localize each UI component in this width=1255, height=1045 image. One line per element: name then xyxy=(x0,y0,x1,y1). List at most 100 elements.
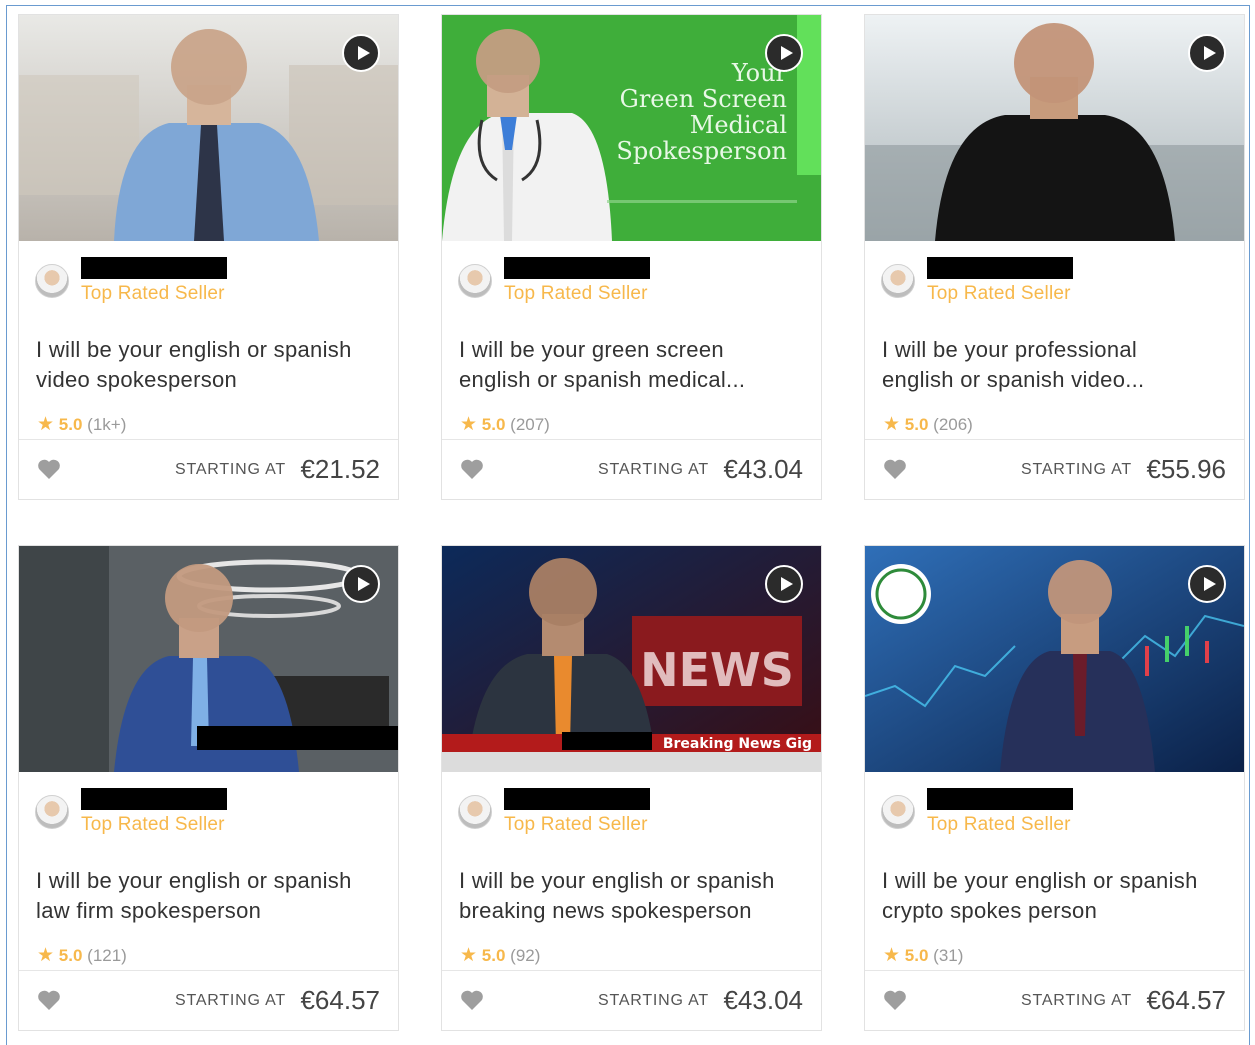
play-video-button[interactable] xyxy=(342,34,380,72)
price: €43.04 xyxy=(723,985,803,1015)
redacted-seller-name xyxy=(81,788,227,810)
gig-title-line: breaking news spokesperson xyxy=(459,898,752,923)
star-icon: ★ xyxy=(883,945,901,966)
price: €55.96 xyxy=(1146,454,1226,484)
price: €64.57 xyxy=(1146,985,1226,1015)
gig-title[interactable]: I will be your green screen english or s… xyxy=(459,335,809,395)
thumb-banner-text: Breaking News Gig xyxy=(663,736,812,752)
card-footer: STARTING AT €55.96 xyxy=(865,439,1244,500)
heart-icon[interactable] xyxy=(883,458,907,480)
play-video-button[interactable] xyxy=(342,565,380,603)
seller-level-badge: Top Rated Seller xyxy=(81,283,225,304)
heart-icon[interactable] xyxy=(460,458,484,480)
rating-count: (31) xyxy=(933,946,964,965)
price: €64.57 xyxy=(300,985,380,1015)
seller-level-badge: Top Rated Seller xyxy=(927,814,1071,835)
starting-at-label: STARTING AT xyxy=(597,991,710,1009)
card-footer: STARTING AT €43.04 xyxy=(442,970,821,1031)
seller-avatar[interactable] xyxy=(881,795,915,829)
gig-thumbnail[interactable] xyxy=(865,15,1244,241)
seller-level-badge: Top Rated Seller xyxy=(927,283,1071,304)
price: €21.52 xyxy=(300,454,380,484)
gig-thumbnail[interactable] xyxy=(865,546,1244,772)
thumb-title-line: Spokesperson xyxy=(616,137,787,165)
gig-title-line: english or spanish medical... xyxy=(459,367,746,392)
gig-rating: ★ 5.0 (206) xyxy=(883,413,973,436)
star-icon: ★ xyxy=(460,414,478,435)
starting-at-label: STARTING AT xyxy=(174,460,287,478)
gig-card[interactable]: Top Rated Seller I will be your english … xyxy=(864,545,1245,1031)
gig-card[interactable]: NEWS Breaking News Gig Top Rated Seller … xyxy=(441,545,822,1031)
gig-title-line: crypto spokes person xyxy=(882,898,1098,923)
gig-title-line: english or spanish video... xyxy=(882,367,1145,392)
heart-icon[interactable] xyxy=(37,458,61,480)
card-footer: STARTING AT €64.57 xyxy=(19,970,398,1031)
gig-thumbnail[interactable] xyxy=(19,546,398,772)
gig-rating: ★ 5.0 (207) xyxy=(460,413,550,436)
gig-card[interactable]: Top Rated Seller I will be your professi… xyxy=(864,14,1245,500)
gig-title-line: I will be your professional xyxy=(882,337,1138,362)
seller-avatar[interactable] xyxy=(35,795,69,829)
gig-thumbnail[interactable] xyxy=(19,15,398,241)
seller-avatar[interactable] xyxy=(35,264,69,298)
seller-avatar[interactable] xyxy=(881,264,915,298)
rating-count: (207) xyxy=(510,415,550,434)
gig-title-line: law firm spokesperson xyxy=(36,898,262,923)
rating-score: 5.0 xyxy=(58,415,83,434)
gig-title-line: I will be your english or spanish xyxy=(459,868,775,893)
gig-title-line: I will be your english or spanish xyxy=(882,868,1198,893)
redacted-seller-name xyxy=(927,788,1073,810)
play-video-button[interactable] xyxy=(1188,34,1226,72)
seller-level-badge: Top Rated Seller xyxy=(504,814,648,835)
gig-card[interactable]: Your Green Screen Medical Spokesperson T… xyxy=(441,14,822,500)
thumb-title-line: Medical xyxy=(690,111,787,139)
seller-avatar[interactable] xyxy=(458,795,492,829)
gig-title-line: I will be your green screen xyxy=(459,337,724,362)
card-footer: STARTING AT €21.52 xyxy=(19,439,398,500)
gig-title[interactable]: I will be your english or spanish crypto… xyxy=(882,866,1232,926)
gig-rating: ★ 5.0 (121) xyxy=(37,944,127,967)
price: €43.04 xyxy=(723,454,803,484)
redacted-seller-name xyxy=(81,257,227,279)
gig-rating: ★ 5.0 (31) xyxy=(883,944,963,967)
thumb-title-line: Green Screen xyxy=(620,85,787,113)
gig-rating: ★ 5.0 (1k+) xyxy=(37,413,126,436)
rating-score: 5.0 xyxy=(481,946,506,965)
play-video-button[interactable] xyxy=(765,34,803,72)
star-icon: ★ xyxy=(37,945,55,966)
heart-icon[interactable] xyxy=(37,989,61,1011)
gig-title[interactable]: I will be your professional english or s… xyxy=(882,335,1232,395)
play-video-button[interactable] xyxy=(1188,565,1226,603)
rating-count: (121) xyxy=(87,946,127,965)
gig-card[interactable]: Top Rated Seller I will be your english … xyxy=(18,545,399,1031)
rating-count: (1k+) xyxy=(87,415,127,434)
thumb-news-text: NEWS xyxy=(640,643,794,697)
rating-score: 5.0 xyxy=(904,415,929,434)
gig-title[interactable]: I will be your english or spanish video … xyxy=(36,335,386,395)
heart-icon[interactable] xyxy=(883,989,907,1011)
redacted-seller-name xyxy=(504,788,650,810)
starting-at-label: STARTING AT xyxy=(597,460,710,478)
gig-card[interactable]: Top Rated Seller I will be your english … xyxy=(18,14,399,500)
star-icon: ★ xyxy=(883,414,901,435)
seller-level-badge: Top Rated Seller xyxy=(81,814,225,835)
card-footer: STARTING AT €43.04 xyxy=(442,439,821,500)
rating-count: (92) xyxy=(510,946,541,965)
rating-count: (206) xyxy=(933,415,973,434)
gig-thumbnail[interactable]: NEWS Breaking News Gig xyxy=(442,546,821,772)
rating-score: 5.0 xyxy=(481,415,506,434)
play-video-button[interactable] xyxy=(765,565,803,603)
starting-at-label: STARTING AT xyxy=(1020,991,1133,1009)
rating-score: 5.0 xyxy=(58,946,83,965)
gig-title[interactable]: I will be your english or spanish breaki… xyxy=(459,866,809,926)
heart-icon[interactable] xyxy=(460,989,484,1011)
gig-title-line: I will be your english or spanish xyxy=(36,337,352,362)
starting-at-label: STARTING AT xyxy=(174,991,287,1009)
gig-thumbnail[interactable]: Your Green Screen Medical Spokesperson xyxy=(442,15,821,241)
rating-score: 5.0 xyxy=(904,946,929,965)
seller-avatar[interactable] xyxy=(458,264,492,298)
redacted-seller-name xyxy=(504,257,650,279)
star-icon: ★ xyxy=(37,414,55,435)
seller-level-badge: Top Rated Seller xyxy=(504,283,648,304)
gig-title[interactable]: I will be your english or spanish law fi… xyxy=(36,866,386,926)
